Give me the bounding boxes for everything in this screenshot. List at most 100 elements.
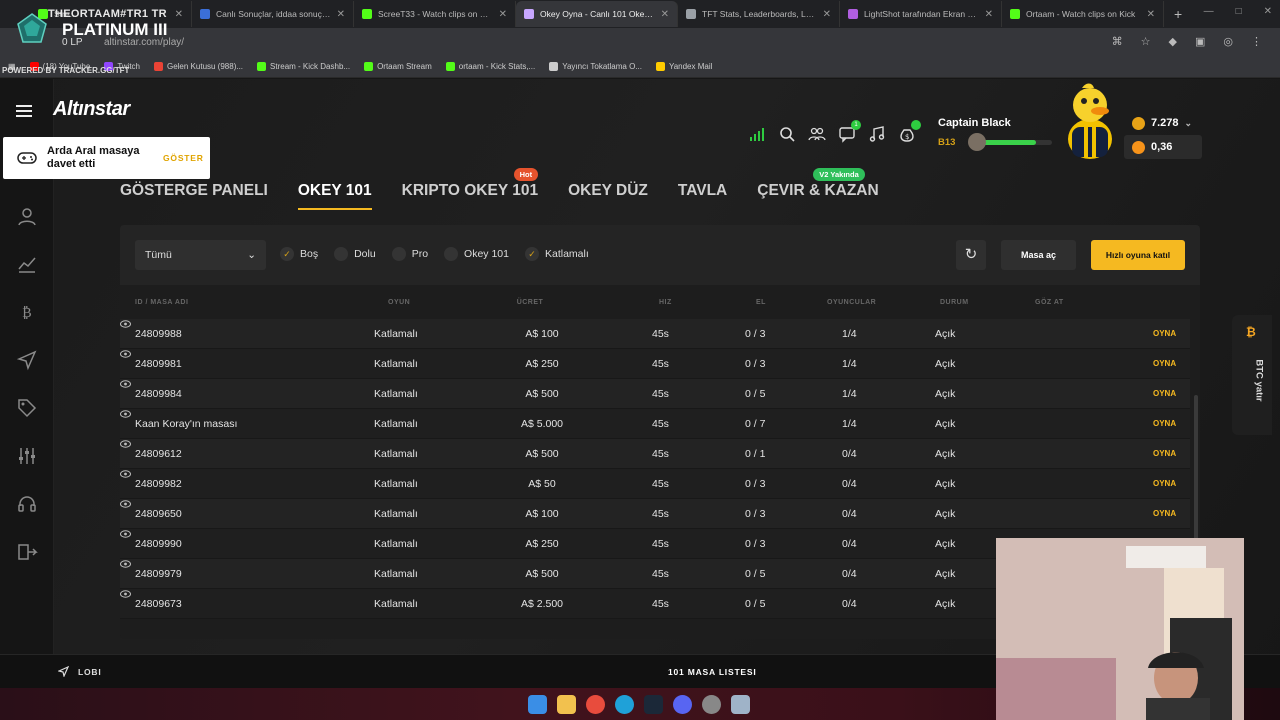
user-icon[interactable] (16, 205, 38, 227)
bookmark-item[interactable]: Twitch (104, 62, 140, 71)
table-row[interactable]: 24809984 Katlamalı A$ 500 45s 0 / 5 1/4 Açık OY… (120, 379, 1190, 409)
btc-balance-row[interactable]: 0,36 (1124, 135, 1202, 159)
maximize-icon[interactable]: □ (1236, 6, 1242, 17)
checkbox-icon[interactable] (391, 247, 406, 261)
music-icon[interactable] (868, 125, 886, 143)
chat-icon[interactable]: 1 (838, 120, 861, 143)
tab-close-icon[interactable]: ✕ (337, 9, 345, 20)
profile-icon[interactable]: ◎ (1223, 35, 1233, 48)
friends-icon[interactable] (808, 125, 826, 143)
tab-close-icon[interactable]: ✕ (1147, 9, 1155, 20)
minimize-icon[interactable]: — (1204, 6, 1214, 17)
table-row[interactable]: Kaan Koray'ın masası Katlamalı A$ 5.000 45s… (120, 409, 1190, 439)
steam-icon[interactable] (644, 695, 663, 714)
window-controls[interactable]: — □ ✕ (1204, 6, 1272, 17)
bookmark-item[interactable]: Ortaam Stream (364, 62, 432, 71)
browser-tab[interactable]: TFT Stats, Leaderboards, League ✕ (678, 1, 840, 27)
browser-tab[interactable]: LightShot tarafından Ekran Gör ✕ (840, 1, 1002, 27)
table-row[interactable]: 24809612 Katlamalı A$ 500 45s 0 / 1 0/4 Açık OY… (120, 439, 1190, 469)
gold-balance-row[interactable]: 7.278 ⌄ (1124, 111, 1202, 135)
browser-tab[interactable]: Stre... ✕ (30, 1, 192, 27)
translate-icon[interactable]: ⌘ (1112, 35, 1123, 48)
duck-mascot-avatar[interactable] (1062, 81, 1118, 161)
quick-join-button[interactable]: Hızlı oyuna katıl (1091, 240, 1185, 270)
table-row[interactable]: 24809981 Katlamalı A$ 250 45s 0 / 3 1/4 Açık OY… (120, 349, 1190, 379)
col-watch[interactable]: GÖZ AT (1035, 299, 1064, 306)
tab-close-icon[interactable]: ✕ (823, 9, 831, 20)
apps-icon[interactable]: ▦ (8, 62, 16, 71)
filter-checkbox[interactable]: ✓ Katlamalı (525, 247, 589, 261)
eye-icon[interactable] (120, 470, 131, 478)
col-hand[interactable]: EL (756, 299, 766, 306)
eye-icon[interactable] (120, 410, 131, 418)
eye-icon[interactable] (120, 590, 131, 598)
table-row[interactable]: 24809650 Katlamalı A$ 100 45s 0 / 3 0/4 Açık OY… (120, 499, 1190, 529)
play-button[interactable]: OYNA (1153, 329, 1176, 338)
checkbox-icon[interactable] (334, 247, 349, 261)
chrome-icon[interactable] (586, 695, 605, 714)
checkbox-icon[interactable]: ✓ (280, 247, 294, 261)
filter-checkbox[interactable]: Okey 101 (444, 247, 509, 261)
edge-icon[interactable] (615, 695, 634, 714)
bookmark-item[interactable]: (18) YouTube (29, 62, 90, 71)
user-profile[interactable]: Captain Black B13 (938, 117, 1058, 151)
bookmark-item[interactable]: Gelen Kutusu (988)... (153, 62, 243, 71)
eye-icon[interactable] (120, 350, 131, 358)
eye-icon[interactable] (120, 320, 131, 328)
new-tab-icon[interactable]: + (1174, 6, 1182, 22)
stats-icon[interactable] (16, 253, 38, 275)
bookmark-item[interactable]: Yayıncı Tokatlama O... (549, 62, 642, 71)
lobby-link[interactable]: LOBI (78, 667, 102, 677)
browser-tab[interactable]: Ortaam - Watch clips on Kick ✕ (1002, 1, 1164, 27)
btc-deposit-tab[interactable]: ₿ BTC yatır (1232, 315, 1272, 435)
play-button[interactable]: OYNA (1153, 479, 1176, 488)
bookmark-item[interactable]: ortaam - Kick Stats,... (445, 62, 535, 71)
app-icon[interactable] (702, 695, 721, 714)
filter-checkbox[interactable]: Dolu (334, 247, 376, 261)
filter-checkbox[interactable]: ✓ Boş (280, 247, 318, 261)
altinstar-logo[interactable]: Altınstar (53, 98, 130, 121)
col-speed[interactable]: HIZ (659, 299, 672, 306)
money-bag-icon[interactable]: $ (898, 120, 921, 143)
send-icon[interactable] (16, 349, 38, 371)
play-button[interactable]: OYNA (1153, 359, 1176, 368)
checkbox-icon[interactable] (444, 247, 459, 261)
nav-tab[interactable]: ÇEVIR & KAZAN V2 Yakında (757, 168, 879, 210)
table-row[interactable]: 24809988 Katlamalı A$ 100 45s 0 / 3 1/4 Açık OY… (120, 319, 1190, 349)
refresh-button[interactable]: ↻ (956, 240, 986, 270)
nav-tab[interactable]: OKEY 101 (297, 182, 372, 210)
bookmark-star-icon[interactable]: ☆ (1141, 35, 1151, 48)
tag-icon[interactable] (16, 397, 38, 419)
nav-tab[interactable]: KRIPTO OKEY 101 Hot (402, 168, 539, 210)
puzzle-icon[interactable]: ▣ (1195, 35, 1205, 48)
show-invite-button[interactable]: GÖSTER (163, 153, 204, 163)
browser-tab[interactable]: Canlı Sonuçlar, iddaa sonuçları ✕ (192, 1, 354, 27)
tab-close-icon[interactable]: ✕ (175, 9, 183, 20)
menu-dots-icon[interactable]: ⋮ (1251, 35, 1262, 48)
filter-checkbox[interactable]: Pro (391, 247, 428, 261)
play-button[interactable]: OYNA (1153, 449, 1176, 458)
open-table-button[interactable]: Masa aç (1001, 240, 1076, 270)
logout-icon[interactable] (16, 541, 38, 563)
table-row[interactable]: 24809982 Katlamalı A$ 50 45s 0 / 3 0/4 Açık OYN… (120, 469, 1190, 499)
nav-tab[interactable]: TAVLA (678, 182, 727, 210)
col-fee[interactable]: ÜCRET (515, 299, 545, 306)
play-button[interactable]: OYNA (1153, 419, 1176, 428)
tab-close-icon[interactable]: ✕ (499, 9, 507, 20)
play-button[interactable]: OYNA (1153, 509, 1176, 518)
bookmark-item[interactable]: Stream - Kick Dashb... (257, 62, 350, 71)
bitcoin-icon[interactable]: ₿ (16, 301, 38, 323)
eye-icon[interactable] (120, 560, 131, 568)
eye-icon[interactable] (120, 440, 131, 448)
col-players[interactable]: OYUNCULAR (827, 299, 876, 306)
discord-icon[interactable] (673, 695, 692, 714)
menu-icon[interactable] (16, 105, 32, 117)
file-explorer-icon[interactable] (557, 695, 576, 714)
col-game[interactable]: OYUN (388, 299, 410, 306)
checkbox-icon[interactable]: ✓ (525, 247, 539, 261)
search-icon[interactable] (778, 125, 796, 143)
nav-tab[interactable]: OKEY DÜZ (568, 182, 648, 210)
eye-icon[interactable] (120, 530, 131, 538)
close-window-icon[interactable]: ✕ (1264, 6, 1272, 17)
col-status[interactable]: DURUM (940, 299, 969, 306)
